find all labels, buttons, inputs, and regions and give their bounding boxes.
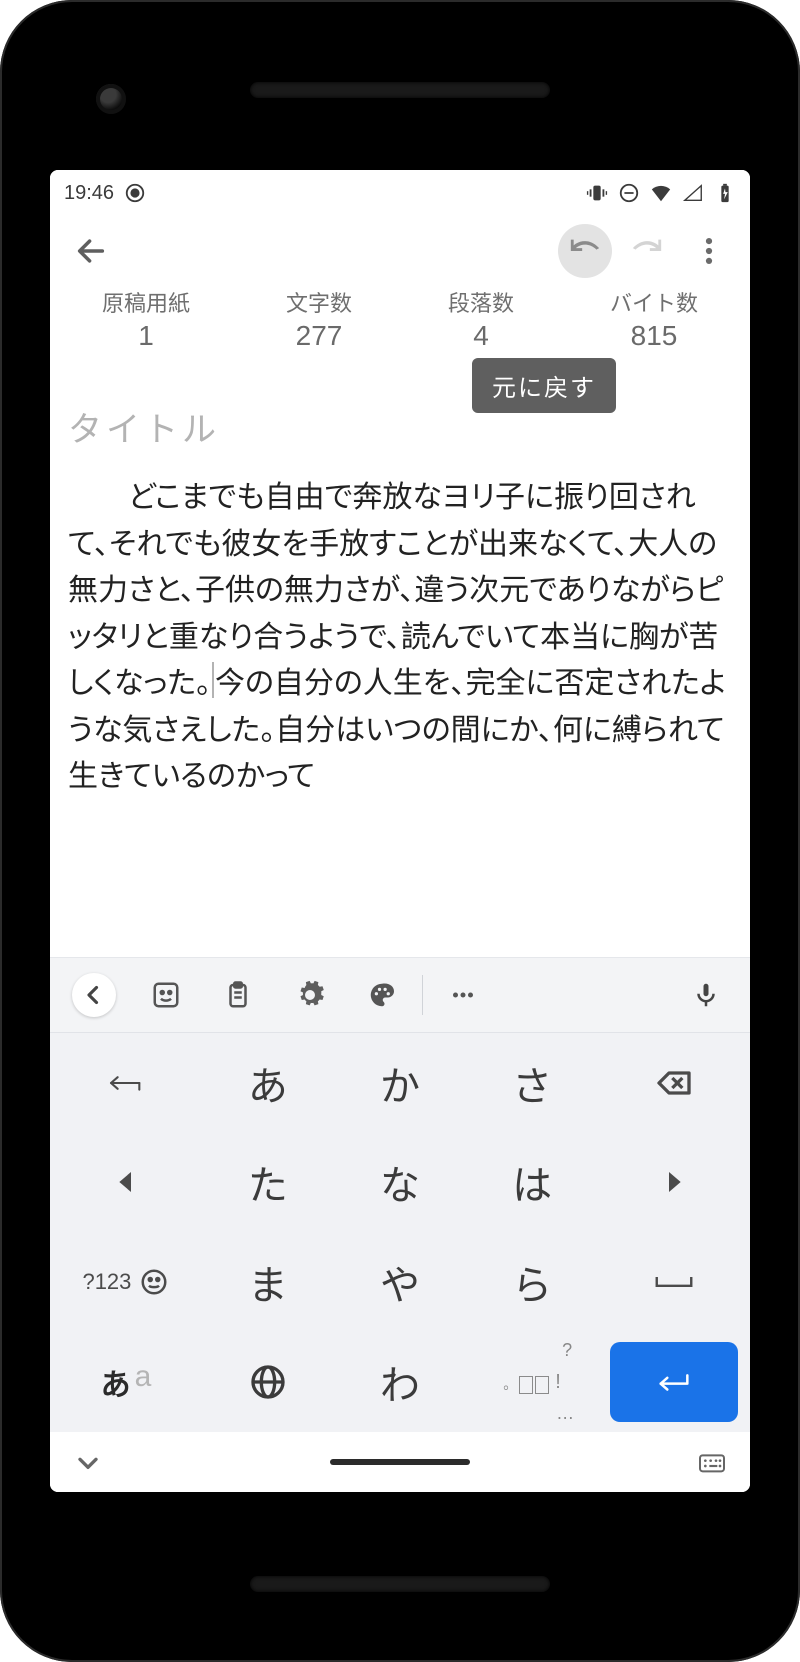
stat-label: 段落数 [448, 286, 514, 318]
vibrate-icon [586, 182, 608, 204]
kbd-clipboard-button[interactable] [202, 967, 274, 1023]
key-sa[interactable]: さ [466, 1033, 598, 1132]
title-input-placeholder[interactable]: タイトル [68, 370, 732, 475]
nav-collapse-icon[interactable] [72, 1446, 104, 1478]
more-button[interactable] [682, 224, 736, 278]
punct-hint-ellipsis: … [556, 1403, 574, 1424]
stat-chars: 文字数 277 [286, 286, 352, 352]
keyboard: あ か さ た な は [50, 957, 750, 1432]
body-text-input[interactable]: どこまでも自由で奔放なヨリ子に振り回されて、それでも彼女を手放すことが出来なくて… [68, 475, 732, 801]
key-ka[interactable]: か [334, 1033, 466, 1132]
key-ta[interactable]: た [202, 1132, 334, 1232]
nav-keyboard-switch-icon[interactable] [696, 1446, 728, 1478]
speaker-grille [250, 1576, 550, 1592]
navigation-bar [50, 1432, 750, 1492]
key-ra[interactable]: ら [466, 1232, 598, 1332]
key-ma[interactable]: ま [202, 1232, 334, 1332]
punct-glyphs: 。 ! [503, 1371, 561, 1394]
kbd-theme-button[interactable] [346, 967, 418, 1023]
stat-value: 1 [102, 320, 190, 352]
lang-jp-label: あ [101, 1360, 131, 1404]
stat-bytes: バイト数 815 [610, 286, 698, 352]
key-ya[interactable]: や [334, 1232, 466, 1332]
dnd-icon [618, 182, 640, 204]
stats-row: 原稿用紙 1 文字数 277 段落数 4 バイト数 815 [50, 286, 750, 360]
status-bar: 19:46 [50, 170, 750, 216]
key-numeric-label: ?123 [82, 1269, 131, 1295]
keyboard-grid: あ か さ た な は [50, 1032, 750, 1432]
key-cursor-right[interactable] [598, 1132, 750, 1232]
punct-hint-question: ? [562, 1340, 572, 1361]
stat-label: 文字数 [286, 286, 352, 318]
key-numeric-emoji[interactable]: ?123 [50, 1232, 202, 1332]
wifi-icon [650, 182, 672, 204]
key-language[interactable]: あ a [50, 1332, 202, 1432]
emoji-icon [139, 1267, 169, 1297]
key-globe[interactable] [202, 1332, 334, 1432]
status-clock: 19:46 [64, 182, 114, 205]
kbd-more-button[interactable] [427, 967, 499, 1023]
stat-value: 277 [286, 320, 352, 352]
gesture-pill[interactable] [330, 1459, 470, 1465]
key-cursor-left[interactable] [50, 1132, 202, 1232]
stat-label: 原稿用紙 [102, 286, 190, 318]
editor-area[interactable]: タイトル どこまでも自由で奔放なヨリ子に振り回されて、それでも彼女を手放すことが… [50, 360, 750, 957]
key-wa[interactable]: わ [334, 1332, 466, 1432]
undo-button[interactable] [558, 224, 612, 278]
app-notification-icon [124, 182, 146, 204]
stat-paragraphs: 段落数 4 [448, 286, 514, 352]
key-punctuation[interactable]: ? 。 ! … [466, 1332, 598, 1432]
lang-en-label: a [135, 1360, 152, 1404]
key-space[interactable] [598, 1232, 750, 1332]
undo-tooltip: 元に戻す [472, 358, 616, 413]
app-toolbar [50, 216, 750, 286]
speaker-grille [250, 82, 550, 98]
stat-value: 4 [448, 320, 514, 352]
kbd-voice-button[interactable] [670, 967, 742, 1023]
front-camera [96, 84, 126, 114]
battery-icon [714, 182, 736, 204]
chevron-left-icon [72, 973, 116, 1017]
separator [422, 975, 423, 1015]
screen: 19:46 [50, 170, 750, 1492]
text-caret [212, 662, 214, 698]
key-a[interactable]: あ [202, 1033, 334, 1132]
redo-button[interactable] [620, 224, 674, 278]
key-backspace[interactable] [598, 1033, 750, 1132]
stat-pages: 原稿用紙 1 [102, 286, 190, 352]
keyboard-toolbar [50, 958, 750, 1032]
punct-hint-exclaim: ! [555, 1371, 561, 1394]
kbd-settings-button[interactable] [274, 967, 346, 1023]
key-reverse[interactable] [50, 1033, 202, 1132]
key-ha[interactable]: は [466, 1132, 598, 1232]
kbd-sticker-button[interactable] [130, 967, 202, 1023]
stat-label: バイト数 [610, 286, 698, 318]
back-button[interactable] [64, 224, 118, 278]
signal-icon [682, 182, 704, 204]
stat-value: 815 [610, 320, 698, 352]
key-na[interactable]: な [334, 1132, 466, 1232]
key-enter[interactable] [610, 1342, 738, 1422]
kbd-collapse-button[interactable] [58, 967, 130, 1023]
